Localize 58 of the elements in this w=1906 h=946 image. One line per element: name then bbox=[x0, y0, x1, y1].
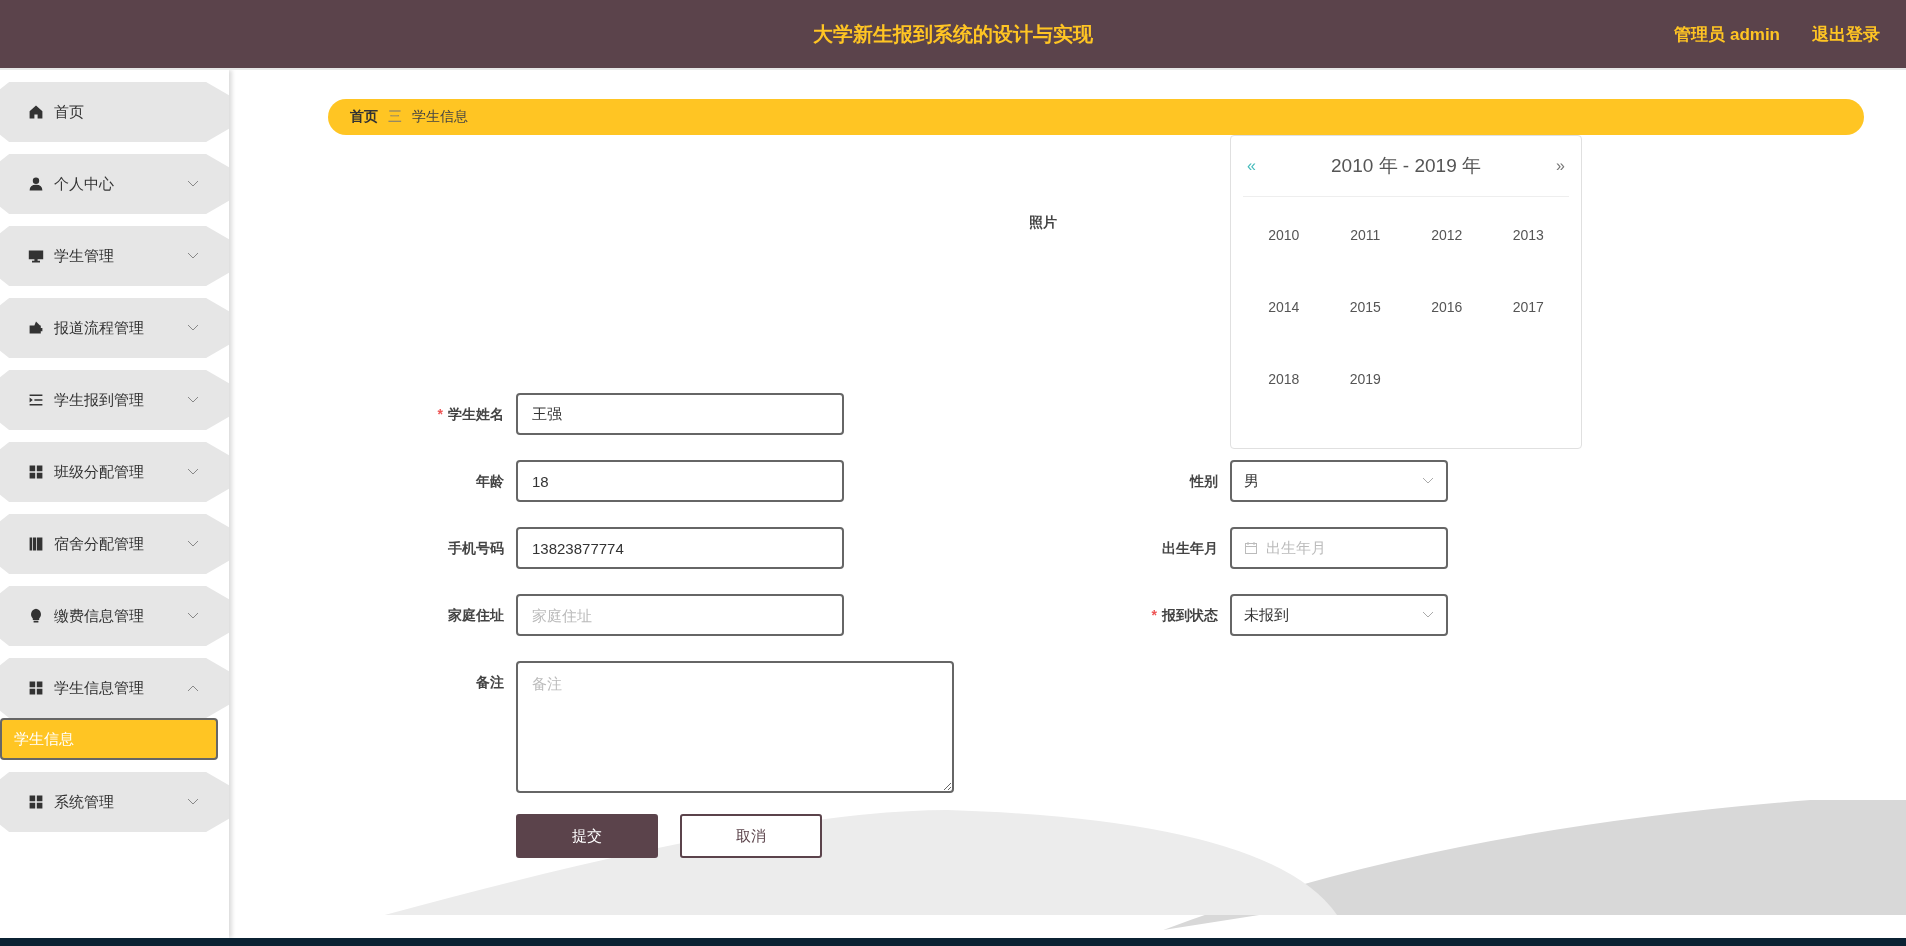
next-decade-button[interactable]: » bbox=[1552, 157, 1569, 175]
breadcrumb-item[interactable]: 学生信息 bbox=[412, 108, 468, 126]
system-title: 大学新生报到系统的设计与实现 bbox=[813, 21, 1093, 47]
year-option[interactable]: 2017 bbox=[1512, 299, 1544, 315]
breadcrumb-separator: 三 bbox=[388, 108, 402, 126]
year-option[interactable]: 2012 bbox=[1431, 227, 1463, 243]
submit-button[interactable]: 提交 bbox=[516, 814, 658, 858]
sidebar-item[interactable]: 学生信息管理 bbox=[0, 658, 229, 718]
input-field[interactable]: 王强 bbox=[516, 393, 844, 435]
sidebar-item[interactable]: 学生管理 bbox=[0, 226, 229, 286]
caret-down-icon bbox=[187, 540, 199, 548]
field-label: * 学生姓名 bbox=[436, 405, 504, 424]
year-option[interactable]: 2010 bbox=[1268, 227, 1300, 243]
sidebar-item[interactable]: 报道流程管理 bbox=[0, 298, 229, 358]
year-option[interactable]: 2016 bbox=[1431, 299, 1463, 315]
field-label: 手机号码 bbox=[447, 539, 504, 558]
field-label: 出生年月 bbox=[1161, 539, 1218, 558]
field-label: * 报到状态 bbox=[1150, 606, 1218, 625]
caret-down-icon bbox=[187, 180, 199, 188]
cancel-button[interactable]: 取消 bbox=[680, 814, 822, 858]
input-field[interactable]: 13823877774 bbox=[516, 527, 844, 569]
sidebar-item[interactable]: 首页 bbox=[0, 82, 229, 142]
remarks-field[interactable]: 备注 bbox=[516, 661, 954, 793]
caret-down-icon bbox=[1422, 477, 1434, 485]
year-option[interactable]: 2019 bbox=[1349, 371, 1381, 387]
caret-down-icon bbox=[187, 798, 199, 806]
input-field[interactable]: 18 bbox=[516, 460, 844, 502]
sidebar-item[interactable]: 个人中心 bbox=[0, 154, 229, 214]
caret-down-icon bbox=[187, 468, 199, 476]
field-label: 性别 bbox=[1188, 472, 1218, 491]
year-option[interactable]: 2015 bbox=[1349, 299, 1381, 315]
caret-down-icon bbox=[187, 324, 199, 332]
year-option[interactable]: 2011 bbox=[1350, 227, 1381, 243]
field-label: 备注 bbox=[475, 673, 504, 692]
admin-user-label: 管理员 admin bbox=[1674, 23, 1780, 46]
input-field[interactable]: 家庭住址 bbox=[516, 594, 844, 636]
calendar-icon bbox=[1244, 541, 1258, 555]
select-field[interactable]: 男 bbox=[1230, 460, 1448, 502]
sidebar-item[interactable]: 系统管理 bbox=[0, 772, 229, 832]
year-option[interactable]: 2014 bbox=[1268, 299, 1300, 315]
year-option[interactable]: 2018 bbox=[1268, 371, 1300, 387]
sidebar-item[interactable]: 缴费信息管理 bbox=[0, 586, 229, 646]
caret-down-icon bbox=[187, 396, 199, 404]
sidebar-item[interactable]: 学生报到管理 bbox=[0, 370, 229, 430]
select-field[interactable]: 未报到 bbox=[1230, 594, 1448, 636]
field-label: 照片 bbox=[1029, 214, 1057, 230]
caret-down-icon bbox=[187, 612, 199, 620]
sidebar-item[interactable]: 宿舍分配管理 bbox=[0, 514, 229, 574]
field-label: 家庭住址 bbox=[447, 606, 504, 625]
sidebar-item[interactable]: 班级分配管理 bbox=[0, 442, 229, 502]
breadcrumb-item[interactable]: 首页 bbox=[350, 108, 378, 126]
year-option[interactable]: 2013 bbox=[1512, 227, 1544, 243]
caret-down-icon bbox=[187, 252, 199, 260]
caret-up-icon bbox=[187, 684, 199, 692]
field-label: 年龄 bbox=[475, 472, 504, 491]
caret-down-icon bbox=[1422, 611, 1434, 619]
logout-link[interactable]: 退出登录 bbox=[1812, 22, 1880, 46]
decade-range-label: 2010 年 - 2019 年 bbox=[1331, 154, 1481, 178]
